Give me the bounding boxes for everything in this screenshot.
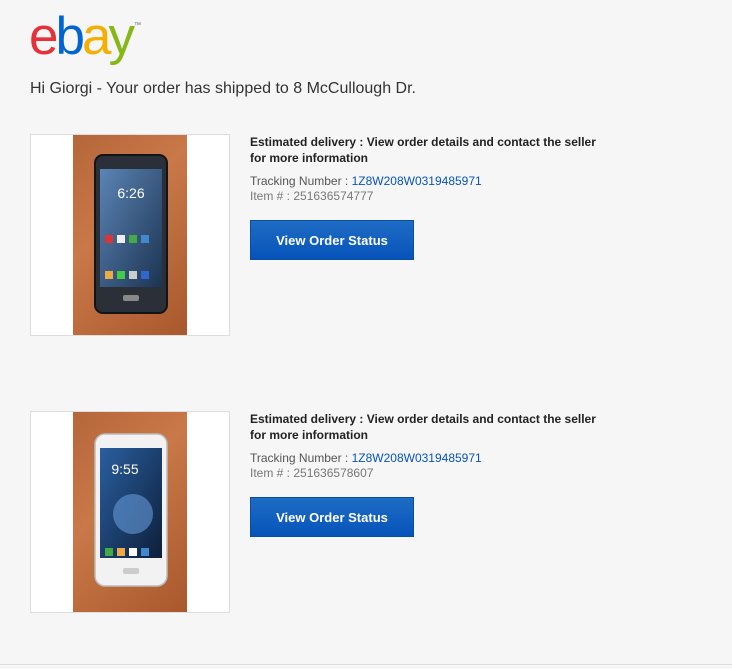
product-photo: 9:55 [73, 412, 187, 612]
tracking-row: Tracking Number : 1Z8W208W0319485971 [250, 174, 610, 189]
logo-letter-e: e [29, 7, 59, 66]
ebay-logo[interactable]: ebay ™ [29, 7, 141, 66]
tracking-row: Tracking Number : 1Z8W208W0319485971 [250, 451, 610, 466]
product-thumbnail[interactable]: 9:55 [30, 411, 230, 613]
estimated-delivery: Estimated delivery : View order details … [250, 412, 596, 442]
order-meta: Tracking Number : 1Z8W208W0319485971 Ite… [250, 451, 610, 481]
tracking-number-link[interactable]: 1Z8W208W0319485971 [352, 174, 482, 188]
trademark-symbol: ™ [133, 22, 141, 29]
product-photo: 6:26 [73, 135, 187, 335]
estimated-delivery: Estimated delivery : View order details … [250, 135, 596, 165]
order-card: 6:26 Estimated delivery : View order det… [30, 134, 710, 336]
logo-letter-b: b [55, 7, 85, 66]
view-order-status-button[interactable]: View Order Status [250, 497, 414, 537]
item-label: Item # : [250, 189, 294, 203]
item-row: Item # : 251636574777 [250, 189, 610, 204]
tracking-label: Tracking Number : [250, 451, 352, 465]
phone-clock: 6:26 [117, 185, 144, 201]
order-card: 9:55 Estimated delivery : View order det… [30, 411, 710, 613]
tracking-number-link[interactable]: 1Z8W208W0319485971 [352, 451, 482, 465]
phone-clock: 9:55 [111, 461, 138, 477]
view-order-status-button[interactable]: View Order Status [250, 220, 414, 260]
item-number: 251636578607 [293, 466, 374, 480]
item-number: 251636574777 [293, 189, 374, 203]
item-label: Item # : [250, 466, 294, 480]
product-thumbnail[interactable]: 6:26 [30, 134, 230, 336]
order-details: Estimated delivery : View order details … [250, 134, 610, 260]
order-meta: Tracking Number : 1Z8W208W0319485971 Ite… [250, 174, 610, 204]
footer-divider [0, 664, 732, 665]
logo-letter-a: a [81, 7, 112, 66]
white-phone-image: 9:55 [94, 433, 168, 587]
item-row: Item # : 251636578607 [250, 466, 610, 481]
dark-phone-image: 6:26 [94, 154, 168, 314]
tracking-label: Tracking Number : [250, 174, 352, 188]
order-details: Estimated delivery : View order details … [250, 411, 610, 537]
logo-letter-y: y [108, 7, 134, 66]
greeting-text: Hi Giorgi - Your order has shipped to 8 … [30, 80, 416, 97]
